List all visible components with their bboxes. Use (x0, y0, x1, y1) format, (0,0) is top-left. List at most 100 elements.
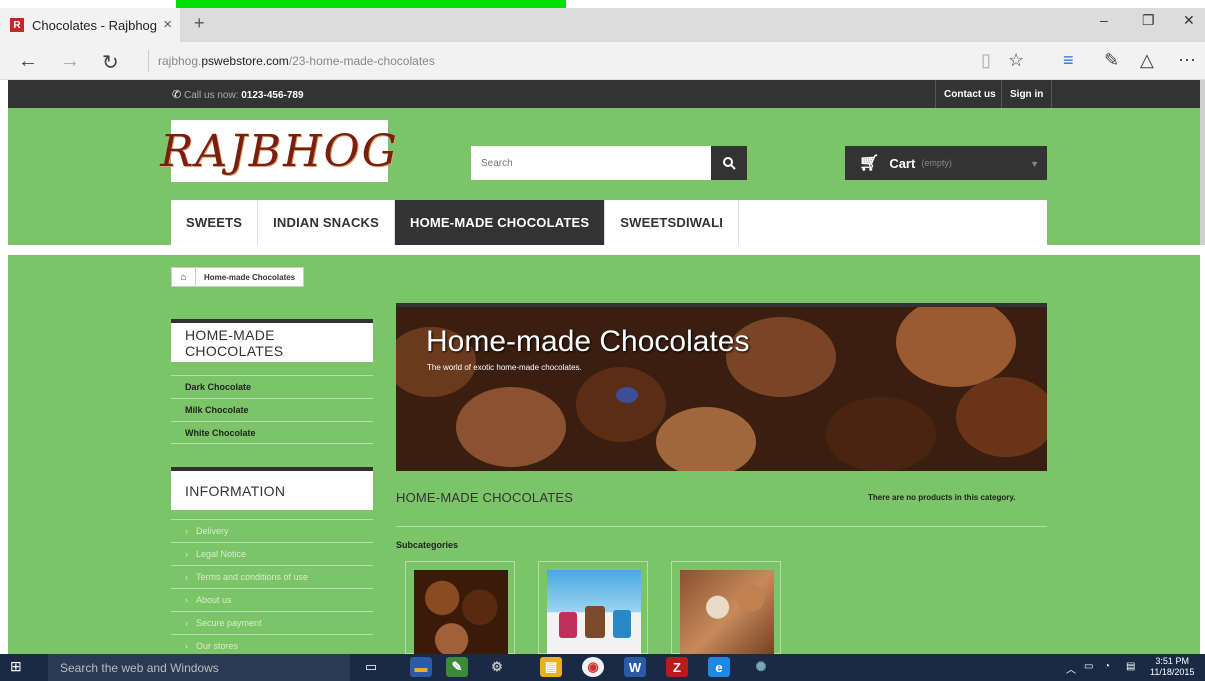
file-explorer-icon[interactable]: ▬ (410, 657, 432, 677)
site-favicon-icon: R (10, 18, 24, 32)
url-prefix: rajbhog. (158, 54, 202, 68)
info-link-delivery[interactable]: › Delivery (171, 519, 373, 542)
back-button[interactable]: ← (18, 50, 38, 73)
breadcrumb: ⌂ Home-made Chocolates (171, 267, 305, 287)
clock-time: 3:51 PM (1155, 656, 1189, 666)
restore-button[interactable]: ❐ (1142, 12, 1155, 29)
chevron-right-icon: › (185, 572, 188, 582)
subcategory-milk-chocolate[interactable] (538, 561, 648, 654)
more-icon[interactable]: ⋯ (1178, 50, 1196, 71)
info-link-label: Secure payment (196, 618, 262, 628)
xampp-icon[interactable]: ⚙ (486, 657, 508, 677)
main-menu: SWEETS INDIAN SNACKS HOME-MADE CHOCOLATE… (171, 200, 1047, 245)
url-field[interactable]: rajbhog.pswebstore.com/23-home-made-choc… (158, 54, 435, 68)
chocolate-image (956, 377, 1047, 457)
category-link-milk[interactable]: Milk Chocolate (171, 398, 373, 421)
minimize-button[interactable]: – (1100, 12, 1108, 28)
menu-item-sweets[interactable]: SWEETS (171, 200, 259, 245)
website-viewport: ✆ Call us now: 0123-456-789 Contact us S… (8, 80, 1201, 654)
info-link-about-us[interactable]: › About us (171, 588, 373, 611)
category-title: HOME-MADE CHOCOLATES (396, 490, 574, 505)
home-icon[interactable]: ⌂ (172, 267, 196, 287)
filezilla-icon[interactable]: Z (666, 657, 688, 677)
subcategory-image (680, 570, 774, 654)
call-us: ✆ Call us now: 0123-456-789 (172, 88, 304, 101)
search-icon (723, 157, 736, 170)
no-products-message: There are no products in this category. (868, 493, 1016, 502)
tab-bar (0, 8, 1205, 42)
chevron-right-icon: › (185, 595, 188, 605)
info-link-terms[interactable]: › Terms and conditions of use (171, 565, 373, 588)
folder-icon[interactable]: ▤ (540, 657, 562, 677)
banner-title: Home-made Chocolates (426, 325, 750, 358)
tray-chevron-icon[interactable]: ︿ (1066, 661, 1076, 676)
header-divider (8, 245, 1201, 255)
category-link-white[interactable]: White Chocolate (171, 421, 373, 444)
taskbar-clock[interactable]: 3:51 PM 11/18/2015 (1150, 656, 1194, 678)
clock-date: 11/18/2015 (1150, 667, 1195, 677)
cart-label: Cart (889, 155, 916, 171)
cart-icon: 🛒︎ (859, 155, 880, 172)
call-label: Call us now: (184, 90, 239, 101)
new-tab-button[interactable]: + (194, 13, 205, 34)
chocolate-image (456, 387, 566, 467)
word-icon[interactable]: W (624, 657, 646, 677)
subcategory-dark-chocolate[interactable] (405, 561, 515, 654)
notification-icon[interactable]: ▤ (1126, 661, 1135, 672)
info-link-secure-payment[interactable]: › Secure payment (171, 611, 373, 634)
browser-tab[interactable]: R Chocolates - Rajbhog × (0, 8, 180, 42)
chocolate-image (656, 407, 756, 471)
battery-icon[interactable]: ▭ (1084, 661, 1093, 672)
phone-icon: ✆ (172, 89, 182, 101)
web-note-icon[interactable]: ✎ (1104, 50, 1119, 71)
info-link-label: Our stores (196, 641, 239, 651)
subcategory-white-chocolate[interactable] (671, 561, 781, 654)
forward-button[interactable]: → (60, 50, 80, 73)
information-block-title: INFORMATION (171, 467, 373, 510)
favorite-star-icon[interactable]: ☆ (1008, 50, 1024, 71)
banner-subtitle: The world of exotic home-made chocolates… (427, 363, 582, 372)
share-icon[interactable]: △ (1140, 50, 1154, 71)
subcategory-image (547, 570, 641, 654)
close-window-button[interactable]: ✕ (1183, 12, 1195, 29)
info-link-legal-notice[interactable]: › Legal Notice (171, 542, 373, 565)
edge-icon[interactable]: e (708, 657, 730, 677)
taskbar-search[interactable]: Search the web and Windows (48, 654, 350, 681)
chevron-right-icon: › (185, 618, 188, 628)
address-divider (148, 50, 149, 72)
contact-us-link[interactable]: Contact us (935, 80, 1004, 108)
task-view-icon[interactable]: ▭ (360, 657, 382, 677)
site-topbar: ✆ Call us now: 0123-456-789 Contact us S… (8, 80, 1201, 108)
category-banner: Home-made Chocolates The world of exotic… (396, 303, 1047, 471)
menu-item-sweetsdiwali[interactable]: SWEETSDIWALI (605, 200, 740, 245)
phone-number: 0123-456-789 (241, 90, 304, 101)
reading-view-icon[interactable]: ▯ (981, 50, 991, 71)
menu-item-home-made-chocolates[interactable]: HOME-MADE CHOCOLATES (395, 200, 606, 245)
paint-icon[interactable]: ✺ (750, 657, 772, 677)
chevron-right-icon: › (185, 526, 188, 536)
category-link-dark[interactable]: Dark Chocolate (171, 375, 373, 398)
scrollbar-thumb[interactable] (1200, 80, 1205, 245)
site-logo[interactable]: RAJBHOG (160, 120, 397, 182)
hub-icon[interactable]: ≡ (1063, 50, 1074, 71)
chevron-down-icon: ▼ (1030, 159, 1039, 169)
search-button[interactable] (711, 146, 747, 180)
info-link-label: About us (196, 595, 232, 605)
info-link-our-stores[interactable]: › Our stores (171, 634, 373, 654)
info-link-label: Delivery (196, 526, 229, 536)
cart-button[interactable]: 🛒︎ Cart (empty) ▼ (845, 146, 1047, 180)
chrome-icon[interactable]: ◉ (582, 657, 604, 677)
menu-item-indian-snacks[interactable]: INDIAN SNACKS (258, 200, 395, 245)
subcategories-label: Subcategories (396, 540, 459, 550)
refresh-button[interactable]: ↻ (102, 50, 119, 75)
wifi-icon[interactable]: ◔ (1104, 661, 1110, 672)
cart-status: (empty) (921, 158, 952, 168)
chocolate-image (576, 367, 666, 442)
subcategory-image (414, 570, 508, 654)
notepad-icon[interactable]: ✎ (446, 657, 468, 677)
search-input[interactable] (471, 146, 711, 180)
tab-close-icon[interactable]: × (163, 16, 172, 33)
sign-in-link[interactable]: Sign in (1001, 80, 1053, 108)
windows-start-icon[interactable]: ⊞ (10, 658, 22, 675)
chocolate-image (616, 387, 638, 403)
